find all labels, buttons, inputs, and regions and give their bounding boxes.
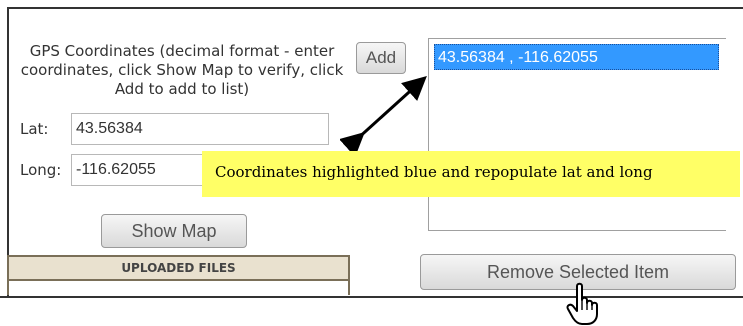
coordinates-list-item-selected[interactable]: 43.56384 , -116.62055 bbox=[434, 44, 719, 70]
show-map-button[interactable]: Show Map bbox=[101, 214, 247, 248]
double-arrow-icon bbox=[340, 75, 427, 157]
long-input[interactable] bbox=[71, 154, 206, 186]
lat-label: Lat: bbox=[20, 120, 49, 138]
long-label: Long: bbox=[20, 161, 62, 179]
annotation-callout: Coordinates highlighted blue and repopul… bbox=[202, 151, 740, 197]
panel-top-border bbox=[7, 7, 743, 9]
annotation-text: Coordinates highlighted blue and repopul… bbox=[215, 163, 653, 181]
lat-input[interactable] bbox=[71, 113, 329, 145]
hand-cursor-icon bbox=[566, 282, 598, 325]
coordinates-listbox[interactable]: 43.56384 , -116.62055 bbox=[428, 38, 726, 231]
uploaded-files-header: UPLOADED FILES bbox=[9, 257, 348, 281]
uploaded-files-table: UPLOADED FILES bbox=[7, 255, 350, 295]
gps-instructions: GPS Coordinates (decimal format - enter … bbox=[20, 42, 344, 98]
panel-bottom-border bbox=[0, 296, 743, 298]
